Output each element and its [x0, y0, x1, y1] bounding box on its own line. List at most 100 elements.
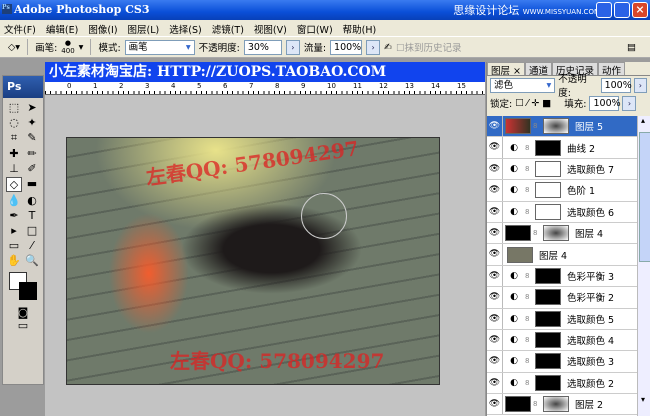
flow-slider-button[interactable]: › — [366, 39, 381, 55]
ruler-tick-label: 12 — [379, 82, 388, 90]
stamp-tool-icon[interactable]: ⊥ — [6, 162, 22, 175]
layer-row[interactable]: 👁 ◐ 8 色彩平衡 2 — [487, 287, 637, 309]
lock-pixels-icon[interactable]: ⁄ — [527, 98, 529, 109]
visibility-eye-icon[interactable]: 👁 — [487, 265, 503, 287]
layer-row[interactable]: 👁 8 图层 2 — [487, 394, 637, 416]
visibility-eye-icon[interactable]: 👁 — [487, 372, 503, 394]
panel-tab[interactable]: 通道 — [524, 62, 552, 77]
slice-tool-icon[interactable]: ✎ — [24, 131, 40, 145]
layers-panel: 图层 × 通道 历史记录 动作 滤色 ▾ 不透明度: 100% › 锁定: ☐ ⁄ ✛ ■ 填充… — [486, 62, 650, 416]
eraser-tool-icon[interactable]: ◇▾ — [8, 42, 20, 53]
link-icon: 8 — [533, 122, 538, 131]
lock-all-icon[interactable]: ■ — [542, 98, 551, 109]
opacity-input[interactable]: 30% — [243, 39, 282, 55]
blend-mode-select[interactable]: 滤色 ▾ — [490, 77, 556, 93]
visibility-eye-icon[interactable]: 👁 — [487, 201, 503, 222]
visibility-eye-icon[interactable]: 👁 — [487, 394, 503, 415]
brush-picker[interactable]: ● 400 — [61, 39, 74, 55]
lock-position-icon[interactable]: ✛ — [531, 98, 539, 109]
healing-tool-icon[interactable]: ✚ — [6, 147, 22, 160]
layer-row[interactable]: 👁 ◐ 8 选取颜色 2 — [487, 372, 637, 395]
eraser-tool-icon-selected[interactable]: ◇ — [6, 177, 22, 192]
adjustment-icon: ◐ — [510, 142, 518, 153]
layer-name: 选取颜色 2 — [567, 378, 615, 390]
visibility-eye-icon[interactable]: 👁 — [487, 244, 503, 265]
layer-row[interactable]: 👁 ◐ 8 曲线 2 — [487, 137, 637, 159]
quick-mask-icon[interactable]: ◙ — [3, 306, 43, 319]
layer-thumbnail — [507, 246, 533, 263]
airbrush-icon[interactable]: ✍ — [384, 42, 392, 53]
fill-input[interactable]: 100% — [589, 95, 621, 111]
blur-tool-icon[interactable]: 💧 — [6, 194, 22, 207]
layer-row[interactable]: 👁 ◐ 8 色阶 1 — [487, 180, 637, 202]
document-canvas[interactable]: 左春QQ: 578094297 左春QQ: 578094297 — [45, 95, 485, 416]
visibility-eye-icon[interactable]: 👁 — [487, 180, 503, 201]
layer-opacity-slider[interactable]: › — [633, 77, 648, 93]
visibility-eye-icon[interactable]: 👁 — [487, 158, 503, 180]
fill-slider[interactable]: › — [622, 95, 637, 111]
layer-row[interactable]: 👁 ◐ 8 选取颜色 3 — [487, 351, 637, 373]
opacity-slider-button[interactable]: › — [285, 39, 300, 55]
marquee-tool-icon[interactable]: ⬚ — [6, 101, 22, 114]
layer-row[interactable]: 👁 ◐ 8 选取颜色 4 — [487, 329, 637, 352]
layer-thumbnail — [505, 396, 531, 413]
lasso-tool-icon[interactable]: ◌ — [6, 116, 22, 129]
layers-scrollbar[interactable]: ▴ ▾ — [637, 116, 650, 416]
menu-item[interactable]: 滤镜(T) — [212, 22, 244, 36]
panel-tab[interactable]: 动作 — [598, 62, 626, 77]
menu-item[interactable]: 文件(F) — [4, 22, 36, 36]
mask-thumbnail — [535, 182, 561, 199]
visibility-eye-icon[interactable]: 👁 — [487, 222, 503, 244]
panel-tab[interactable]: 图层 × — [487, 62, 525, 77]
magic-wand-icon[interactable]: ✦ — [24, 116, 40, 129]
visibility-eye-icon[interactable]: 👁 — [487, 137, 503, 158]
type-tool-icon[interactable]: T — [24, 209, 40, 222]
shape-tool-icon[interactable]: □ — [24, 224, 40, 237]
pen-tool-icon[interactable]: ✒ — [6, 209, 22, 222]
gradient-tool-icon[interactable]: ▬ — [24, 177, 40, 192]
menu-item[interactable]: 编辑(E) — [46, 22, 78, 36]
move-tool-icon[interactable]: ➤ — [24, 101, 40, 114]
visibility-eye-icon[interactable]: 👁 — [487, 308, 503, 329]
crop-tool-icon[interactable]: ⌗ — [6, 131, 22, 145]
ruler-tick-label: 9 — [301, 82, 306, 90]
menu-item[interactable]: 窗口(W) — [297, 22, 333, 36]
layer-opacity-input[interactable]: 100% — [600, 77, 632, 93]
visibility-eye-icon[interactable]: 👁 — [487, 287, 503, 308]
zoom-tool-icon[interactable]: 🔍 — [24, 254, 40, 267]
menu-item[interactable]: 图层(L) — [128, 22, 160, 36]
ruler-tick-label: 15 — [457, 82, 466, 90]
palette-icon[interactable]: ▤ — [627, 42, 636, 53]
path-select-icon[interactable]: ▸ — [6, 224, 22, 237]
link-icon: 8 — [525, 336, 530, 345]
erase-to-history-checkbox[interactable]: ☐抹到历史记录 — [396, 40, 462, 54]
menu-item[interactable]: 视图(V) — [254, 22, 287, 36]
lock-transparency-icon[interactable]: ☐ — [515, 98, 524, 109]
minimize-button[interactable] — [596, 2, 612, 18]
close-button[interactable]: × — [632, 2, 648, 18]
layer-row[interactable]: 👁 8 图层 4 — [487, 222, 637, 245]
layer-row[interactable]: 👁 ◐ 8 色彩平衡 3 — [487, 265, 637, 288]
layer-row[interactable]: 👁 ◐ 8 选取颜色 7 — [487, 158, 637, 181]
menu-item[interactable]: 选择(S) — [169, 22, 201, 36]
eyedropper-icon[interactable]: ⁄ — [24, 239, 40, 252]
mode-select[interactable]: 画笔 ▾ — [124, 39, 195, 55]
background-color[interactable] — [19, 282, 37, 300]
notes-tool-icon[interactable]: ▭ — [6, 239, 22, 252]
layer-row[interactable]: 👁 ◐ 8 选取颜色 5 — [487, 308, 637, 330]
maximize-button[interactable] — [614, 2, 630, 18]
screen-mode-icon[interactable]: ▭ — [3, 319, 43, 332]
layer-row[interactable]: 👁 ◐ 8 选取颜色 6 — [487, 201, 637, 223]
layer-row[interactable]: 👁 8 图层 5 — [487, 116, 637, 138]
brush-tool-icon[interactable]: ✏ — [24, 147, 40, 160]
dodge-tool-icon[interactable]: ◐ — [24, 194, 40, 207]
visibility-eye-icon[interactable]: 👁 — [487, 351, 503, 372]
history-brush-icon[interactable]: ✐ — [24, 162, 40, 175]
layer-row[interactable]: 👁 图层 4 — [487, 244, 637, 266]
visibility-eye-icon[interactable]: 👁 — [487, 116, 503, 137]
flow-input[interactable]: 100% — [330, 39, 363, 55]
visibility-eye-icon[interactable]: 👁 — [487, 329, 503, 351]
hand-tool-icon[interactable]: ✋ — [6, 254, 22, 267]
menu-item[interactable]: 图像(I) — [88, 22, 117, 36]
menu-item[interactable]: 帮助(H) — [343, 22, 377, 36]
